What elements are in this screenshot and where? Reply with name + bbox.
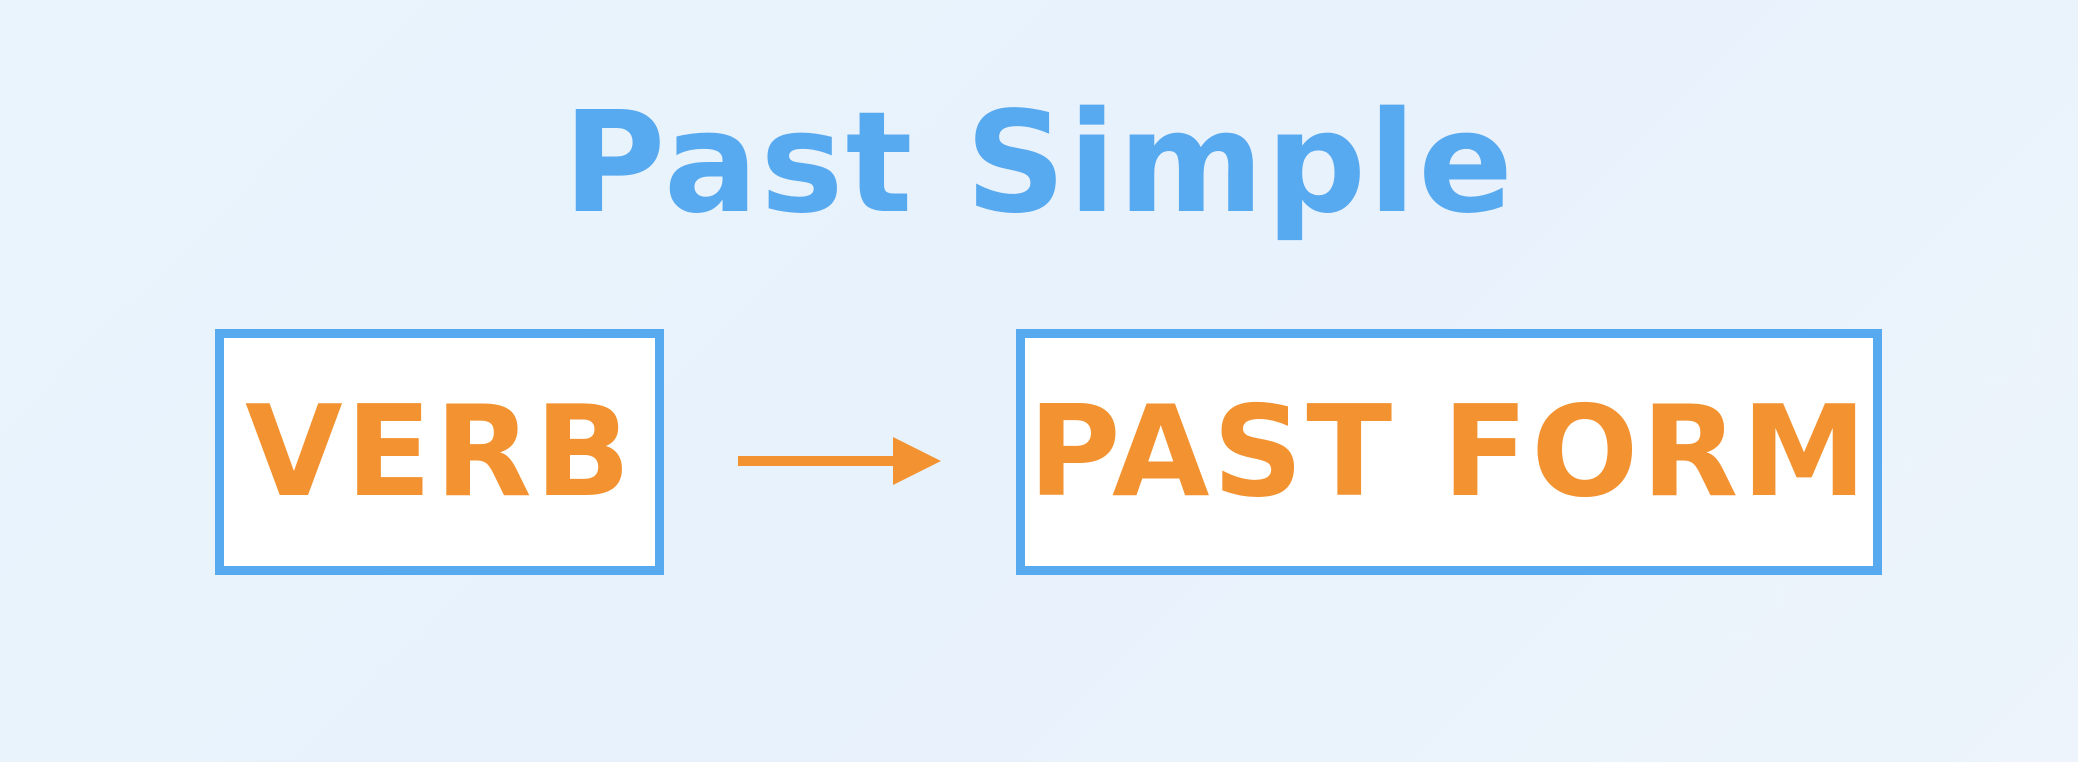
- past-form-box: PAST FORM: [1016, 329, 1882, 575]
- past-form-label: PAST FORM: [1028, 378, 1870, 525]
- verb-box: VERB: [215, 329, 664, 575]
- arrow-head: [893, 437, 941, 485]
- arrow-shaft: [738, 456, 896, 466]
- verb-label: VERB: [245, 378, 634, 525]
- right-arrow-icon: [738, 437, 941, 485]
- page-title: Past Simple: [562, 82, 1516, 245]
